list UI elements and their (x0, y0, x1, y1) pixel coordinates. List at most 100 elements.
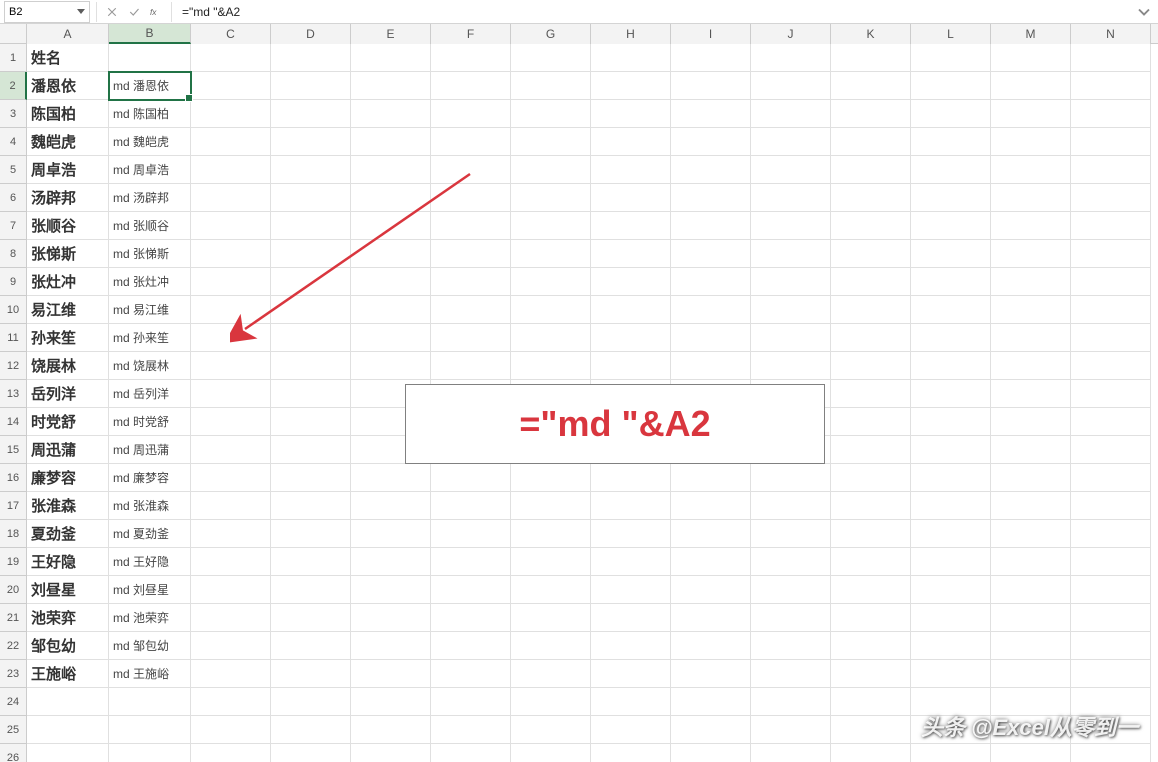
cell-K7[interactable] (831, 212, 911, 240)
cell-D11[interactable] (271, 324, 351, 352)
cell-L14[interactable] (911, 408, 991, 436)
cell-F23[interactable] (431, 660, 511, 688)
cell-G9[interactable] (511, 268, 591, 296)
cell-J12[interactable] (751, 352, 831, 380)
cell-C19[interactable] (191, 548, 271, 576)
column-header-A[interactable]: A (27, 24, 109, 44)
cell-E21[interactable] (351, 604, 431, 632)
cell-M11[interactable] (991, 324, 1071, 352)
cell-A8[interactable]: 张悌斯 (27, 240, 109, 268)
cell-L20[interactable] (911, 576, 991, 604)
cell-F18[interactable] (431, 520, 511, 548)
cell-G12[interactable] (511, 352, 591, 380)
cell-B19[interactable]: md 王好隐 (109, 548, 191, 576)
cell-K19[interactable] (831, 548, 911, 576)
cell-A12[interactable]: 饶展林 (27, 352, 109, 380)
cell-C13[interactable] (191, 380, 271, 408)
cell-L11[interactable] (911, 324, 991, 352)
cell-D19[interactable] (271, 548, 351, 576)
cell-H6[interactable] (591, 184, 671, 212)
cell-B24[interactable] (109, 688, 191, 716)
row-header-22[interactable]: 22 (0, 632, 27, 660)
cell-J16[interactable] (751, 464, 831, 492)
cell-A13[interactable]: 岳列洋 (27, 380, 109, 408)
cell-N11[interactable] (1071, 324, 1151, 352)
cell-N14[interactable] (1071, 408, 1151, 436)
cell-K15[interactable] (831, 436, 911, 464)
column-header-H[interactable]: H (591, 24, 671, 44)
cell-F11[interactable] (431, 324, 511, 352)
row-header-14[interactable]: 14 (0, 408, 27, 436)
cell-H4[interactable] (591, 128, 671, 156)
cell-A21[interactable]: 池荣弈 (27, 604, 109, 632)
cell-M12[interactable] (991, 352, 1071, 380)
cell-E1[interactable] (351, 44, 431, 72)
cell-G11[interactable] (511, 324, 591, 352)
cell-N20[interactable] (1071, 576, 1151, 604)
cell-I2[interactable] (671, 72, 751, 100)
cell-N21[interactable] (1071, 604, 1151, 632)
cancel-button[interactable] (101, 2, 123, 22)
cell-K5[interactable] (831, 156, 911, 184)
cell-J9[interactable] (751, 268, 831, 296)
cell-M21[interactable] (991, 604, 1071, 632)
cell-A7[interactable]: 张顺谷 (27, 212, 109, 240)
cell-I18[interactable] (671, 520, 751, 548)
cell-N5[interactable] (1071, 156, 1151, 184)
cell-D12[interactable] (271, 352, 351, 380)
cell-D15[interactable] (271, 436, 351, 464)
cell-G25[interactable] (511, 716, 591, 744)
cell-A2[interactable]: 潘恩依 (27, 72, 109, 100)
cell-I6[interactable] (671, 184, 751, 212)
cell-B7[interactable]: md 张顺谷 (109, 212, 191, 240)
cell-D17[interactable] (271, 492, 351, 520)
cell-J7[interactable] (751, 212, 831, 240)
expand-formula-bar-button[interactable] (1134, 2, 1154, 22)
row-header-17[interactable]: 17 (0, 492, 27, 520)
cell-L21[interactable] (911, 604, 991, 632)
cell-H7[interactable] (591, 212, 671, 240)
cell-D21[interactable] (271, 604, 351, 632)
cell-F12[interactable] (431, 352, 511, 380)
row-header-19[interactable]: 19 (0, 548, 27, 576)
column-header-D[interactable]: D (271, 24, 351, 44)
row-header-11[interactable]: 11 (0, 324, 27, 352)
cell-L8[interactable] (911, 240, 991, 268)
cell-B3[interactable]: md 陈国柏 (109, 100, 191, 128)
cell-C6[interactable] (191, 184, 271, 212)
column-header-B[interactable]: B (109, 24, 191, 44)
cell-D8[interactable] (271, 240, 351, 268)
cell-J10[interactable] (751, 296, 831, 324)
cell-G8[interactable] (511, 240, 591, 268)
row-header-5[interactable]: 5 (0, 156, 27, 184)
row-header-9[interactable]: 9 (0, 268, 27, 296)
cell-J18[interactable] (751, 520, 831, 548)
cell-F1[interactable] (431, 44, 511, 72)
cell-E11[interactable] (351, 324, 431, 352)
cell-C15[interactable] (191, 436, 271, 464)
cell-E23[interactable] (351, 660, 431, 688)
row-header-13[interactable]: 13 (0, 380, 27, 408)
row-header-8[interactable]: 8 (0, 240, 27, 268)
cell-F17[interactable] (431, 492, 511, 520)
cell-A26[interactable] (27, 744, 109, 762)
cell-J19[interactable] (751, 548, 831, 576)
column-header-C[interactable]: C (191, 24, 271, 44)
row-header-10[interactable]: 10 (0, 296, 27, 324)
cell-N26[interactable] (1071, 744, 1151, 762)
cell-L26[interactable] (911, 744, 991, 762)
cell-D13[interactable] (271, 380, 351, 408)
cell-A20[interactable]: 刘昼星 (27, 576, 109, 604)
cell-M13[interactable] (991, 380, 1071, 408)
cell-K2[interactable] (831, 72, 911, 100)
cell-N7[interactable] (1071, 212, 1151, 240)
cell-L1[interactable] (911, 44, 991, 72)
cell-E19[interactable] (351, 548, 431, 576)
row-header-24[interactable]: 24 (0, 688, 27, 716)
cell-I19[interactable] (671, 548, 751, 576)
column-header-L[interactable]: L (911, 24, 991, 44)
cell-G16[interactable] (511, 464, 591, 492)
cell-I22[interactable] (671, 632, 751, 660)
cell-E24[interactable] (351, 688, 431, 716)
cell-K26[interactable] (831, 744, 911, 762)
